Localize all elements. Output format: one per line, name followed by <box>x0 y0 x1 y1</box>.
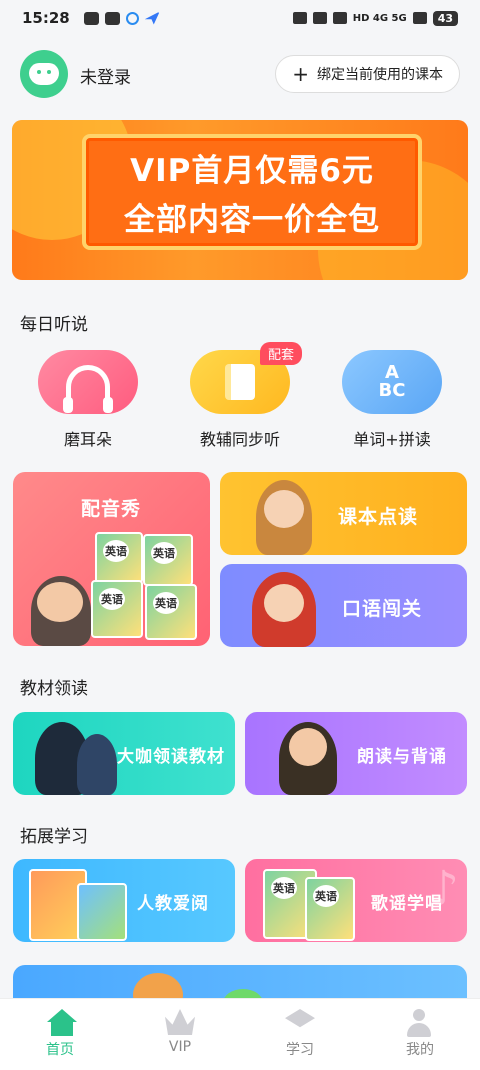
tag-badge: 配套 <box>259 342 302 365</box>
plus-icon: + <box>292 62 309 86</box>
tab-label: VIP <box>168 1039 192 1055</box>
graduation-cap-icon <box>285 1009 315 1028</box>
tab-profile[interactable]: 我的 <box>360 999 480 1070</box>
home-icon <box>45 1009 77 1036</box>
textbook-cover: 英语 <box>95 532 143 584</box>
bind-textbook-button[interactable]: + 绑定当前使用的课本 <box>275 55 460 93</box>
section-title-extend: 拓展学习 <box>20 827 88 847</box>
book-icon <box>225 364 255 400</box>
card-title: 配音秀 <box>81 498 142 520</box>
card-textbook-read[interactable]: 课本点读 <box>220 472 467 555</box>
abc-icon: A BC <box>378 362 406 401</box>
bottom-tab-bar: 首页 VIP 学习 我的 <box>0 998 480 1070</box>
quick-item-label: 教辅同步听 <box>199 430 280 449</box>
section-title-textbook: 教材领读 <box>20 679 88 699</box>
book-cover <box>77 883 127 941</box>
quick-entry-row: 磨耳朵 配套 教辅同步听 A BC 单词+拼读 <box>0 342 480 460</box>
textbook-cover: 英语 <box>143 534 193 586</box>
quick-item-mo-er-duo[interactable]: 磨耳朵 <box>38 350 138 450</box>
banner-frame: VIP首月仅需6元 全部内容一价全包 <box>82 134 422 250</box>
textbook-cover: 英语 <box>91 580 143 638</box>
textbook-cover: 英语 <box>305 877 355 941</box>
status-time: 15:28 <box>22 9 70 27</box>
card-pep-reading[interactable]: 人教爱阅 <box>13 859 235 942</box>
card-title: 朗读与背诵 <box>357 747 447 767</box>
status-bar: 15:28 HD 4G 5G 43 <box>0 0 480 36</box>
headphone-icon <box>63 365 113 413</box>
login-status[interactable]: 未登录 <box>80 63 131 88</box>
quick-item-label: 磨耳朵 <box>63 430 112 449</box>
section-title-daily: 每日听说 <box>20 315 88 335</box>
textbook-cover: 英语 <box>145 584 197 640</box>
avatar[interactable] <box>20 50 68 98</box>
app-icon <box>125 11 139 25</box>
tab-label: 学习 <box>286 1042 314 1058</box>
card-songs-learning[interactable]: 英语 英语 歌谣学唱 ♪ <box>245 859 467 942</box>
profile-icon <box>405 1009 435 1037</box>
card-title: 口语闯关 <box>342 598 423 620</box>
quick-item-label: 单词+拼读 <box>353 430 431 449</box>
mail-icon <box>104 11 120 25</box>
tab-home[interactable]: 首页 <box>0 999 120 1070</box>
quick-item-words-phonics[interactable]: A BC 单词+拼读 <box>342 350 442 450</box>
banner-line2: 全部内容一价全包 <box>124 202 380 238</box>
wifi-icon <box>412 12 427 24</box>
quick-item-sync-listen[interactable]: 配套 教辅同步听 <box>190 342 302 450</box>
send-icon <box>144 11 160 25</box>
mute-icon <box>312 12 327 24</box>
crown-icon <box>165 1009 195 1035</box>
header: 未登录 + 绑定当前使用的课本 <box>0 46 480 104</box>
tab-label: 首页 <box>46 1042 74 1058</box>
banner-line1: VIP首月仅需6元 <box>130 153 374 189</box>
tab-label: 我的 <box>406 1042 434 1058</box>
gesture-bar <box>50 1064 430 1068</box>
card-dubbing-show[interactable]: 配音秀 英语 英语 英语 英语 <box>13 472 210 646</box>
card-title: 大咖领读教材 <box>117 747 225 767</box>
alarm-icon <box>292 12 307 24</box>
vip-banner[interactable]: VIP首月仅需6元 全部内容一价全包 <box>12 120 468 280</box>
card-title: 人教爱阅 <box>137 894 209 914</box>
battery-icon: 43 <box>432 10 458 26</box>
music-note-icon: ♪ <box>428 861 459 917</box>
bluetooth-icon <box>332 12 347 24</box>
card-title: 课本点读 <box>338 506 419 528</box>
tab-vip[interactable]: VIP <box>120 999 240 1070</box>
card-oral-challenge[interactable]: 口语闯关 <box>220 564 467 647</box>
network-label: HD 4G 5G <box>352 12 407 24</box>
mascot-icon <box>29 63 59 85</box>
card-read-recite[interactable]: 朗读与背诵 <box>245 712 467 795</box>
bind-textbook-label: 绑定当前使用的课本 <box>317 67 443 83</box>
teacher-illustration <box>77 734 117 795</box>
game-controller-icon <box>83 11 99 25</box>
tab-study[interactable]: 学习 <box>240 999 360 1070</box>
card-expert-reading[interactable]: 大咖领读教材 <box>13 712 235 795</box>
